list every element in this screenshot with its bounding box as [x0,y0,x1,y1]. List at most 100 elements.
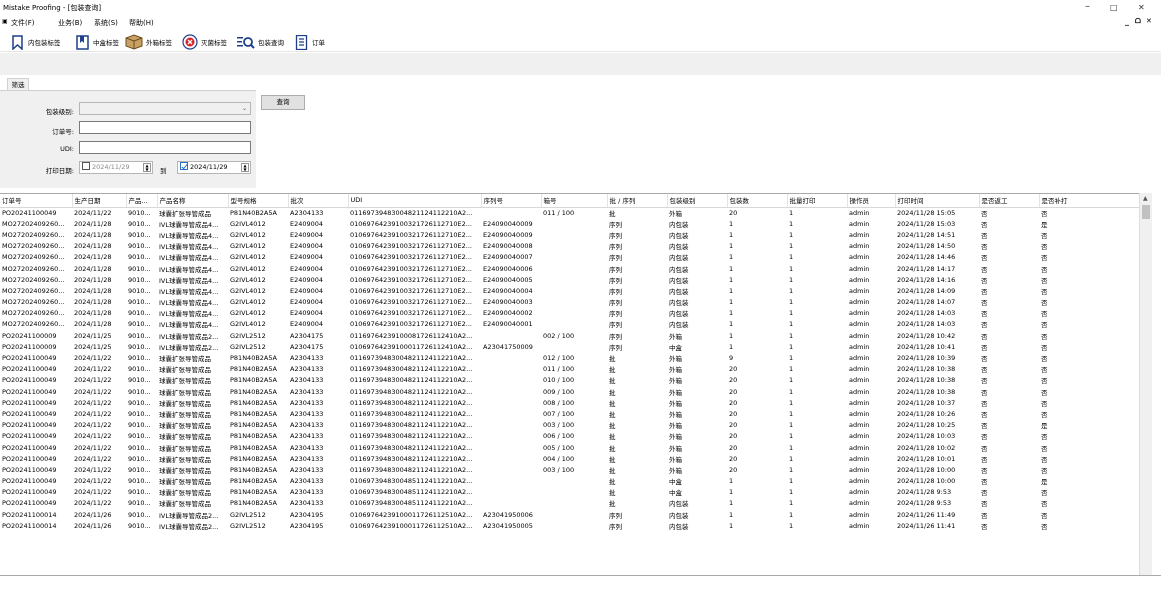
table-row[interactable]: PO20241100049 2024/11/22 9010... 球囊扩张导管成品 P8… [0,397,1139,408]
table-row[interactable]: MO27202409260... 2024/11/28 9010... IVL球囊导管… [0,319,1139,330]
table-cell: 内包装 [669,522,689,531]
table-cell: 9010... [128,454,151,463]
table-cell: 序列 [609,332,622,341]
menu-system[interactable]: 系统(S) [94,18,118,28]
mdi-restore-button[interactable]: ᗝ [1135,17,1141,26]
date-from-picker[interactable]: 2024/11/29 ▲ ▼ [79,161,153,174]
table-row[interactable]: PO20241100014 2024/11/26 9010... IVL球囊导管成品2… [0,520,1139,531]
column-header[interactable]: 批 / 序列 [607,194,668,208]
query-button[interactable]: 查询 [261,95,305,110]
table-row[interactable]: PO20241100049 2024/11/22 9010... 球囊扩张导管成品 P8… [0,453,1139,464]
table-row[interactable]: PO20241100049 2024/11/22 9010... 球囊扩张导管成品 P8… [0,386,1139,397]
column-header[interactable]: 打印时间 [895,194,980,208]
scroll-up-icon[interactable]: ▲ [1143,195,1148,202]
date-to-checkbox[interactable] [180,162,188,170]
middle-box-label-button[interactable]: 中盒标签 [75,33,119,51]
table-cell: 1 [729,264,734,273]
table-row[interactable]: MO27202409260... 2024/11/28 9010... IVL球囊导管… [0,229,1139,240]
table-row[interactable]: PO20241100049 2024/11/22 9010... 球囊扩张导管成品 P8… [0,375,1139,386]
scroll-thumb[interactable] [1142,205,1150,219]
table-row[interactable]: PO20241100049 2024/11/22 9010... 球囊扩张导管成品 P8… [0,364,1139,375]
table-cell: 01069764239100321726112710E2... [350,298,472,307]
table-cell: PO20241100049 [2,387,57,396]
table-row[interactable]: MO27202409260... 2024/11/28 9010... IVL球囊导管… [0,252,1139,263]
column-header[interactable]: 是否返工 [979,194,1040,208]
package-query-button[interactable]: 包装查询 [237,33,284,51]
table-row[interactable]: PO20241100009 2024/11/25 9010... IVL球囊导管成品2… [0,330,1139,341]
column-header[interactable]: 是否补打 [1039,194,1140,208]
table-row[interactable]: PO20241100049 2024/11/22 9010... 球囊扩张导管成品 P8… [0,487,1139,498]
table-row[interactable]: MO27202409260... 2024/11/28 9010... IVL球囊导管… [0,308,1139,319]
column-header[interactable]: 型号规格 [228,194,289,208]
table-cell: 01069764239100321726112710E2... [350,242,472,251]
minimize-button[interactable]: – [1085,1,1090,12]
column-header[interactable]: 操作员 [847,194,896,208]
table-row[interactable]: MO27202409260... 2024/11/28 9010... IVL球囊导管… [0,263,1139,274]
column-header[interactable]: 箱号 [541,194,608,208]
table-row[interactable]: PO20241100014 2024/11/26 9010... IVL球囊导管成品2… [0,509,1139,520]
table-row[interactable]: MO27202409260... 2024/11/28 9010... IVL球囊导管… [0,297,1139,308]
date-to-spinner[interactable]: ▲ ▼ [241,163,249,172]
table-row[interactable]: PO20241100049 2024/11/22 9010... 球囊扩张导管成品 P8… [0,431,1139,442]
order-button[interactable]: 订单 [294,33,325,51]
column-header[interactable]: 产品... [126,194,158,208]
table-row[interactable]: PO20241100049 2024/11/22 9010... 球囊扩张导管成品 P8… [0,498,1139,509]
order-number-input[interactable] [79,121,251,134]
package-level-select[interactable]: ⌄ [79,102,251,115]
date-from-spinner[interactable]: ▲ ▼ [143,163,151,172]
menu-help[interactable]: 帮助(H) [129,18,154,28]
table-row[interactable]: PO20241100049 2024/11/22 9010... 球囊扩张导管成品 P8… [0,408,1139,419]
table-row[interactable]: MO27202409260... 2024/11/28 9010... IVL球囊导管… [0,285,1139,296]
table-cell: 01069739483004851124112210A2... [350,477,473,486]
column-header[interactable]: 生产日期 [72,194,127,208]
table-row[interactable]: PO20241100009 2024/11/25 9010... IVL球囊导管成品2… [0,341,1139,352]
table-cell: 否 [981,355,988,364]
table-cell: E24090040005 [483,275,533,284]
table-cell: 2024/11/28 [74,309,112,318]
table-cell: P81N40B2A5A [230,443,277,452]
table-cell: 1 [729,275,734,284]
table-row[interactable]: PO20241100049 2024/11/22 9010... 球囊扩张导管成品 P8… [0,464,1139,475]
table-row[interactable]: PO20241100049 2024/11/22 9010... 球囊扩张导管成品 P8… [0,476,1139,487]
table-row[interactable]: MO27202409260... 2024/11/28 9010... IVL球囊导管… [0,241,1139,252]
maximize-button[interactable]: □ [1110,3,1118,12]
table-cell: 9010... [128,208,151,217]
column-header[interactable]: 包装数 [727,194,788,208]
mdi-minimize-button[interactable]: _ [1125,17,1129,26]
close-button[interactable]: ✕ [1138,3,1145,12]
vertical-scrollbar[interactable]: ▲ [1139,193,1152,575]
column-header[interactable]: UDI [348,194,482,208]
table-cell: admin [849,376,870,385]
column-header[interactable]: 序列号 [481,194,542,208]
table-cell: 否 [981,209,988,218]
table-row[interactable]: MO27202409260... 2024/11/28 9010... IVL球囊导管… [0,218,1139,229]
table-cell: A2304133 [290,208,324,217]
udi-input[interactable] [79,141,251,154]
table-cell: 是 [1041,220,1048,229]
table-cell: 序列 [609,321,622,330]
date-from-checkbox[interactable] [82,162,90,170]
table-cell: 2024/11/28 [74,230,112,239]
column-header[interactable]: 产品名称 [157,194,229,208]
menu-file[interactable]: 文件(F) [11,18,35,28]
table-cell: 9010... [128,298,151,307]
table-row[interactable]: PO20241100049 2024/11/22 9010... 球囊扩张导管成品 P8… [0,442,1139,453]
date-to-picker[interactable]: 2024/11/29 ▲ ▼ [177,161,251,174]
column-header[interactable]: 包装级别 [667,194,728,208]
column-header[interactable]: 批次 [288,194,349,208]
table-cell: 批 [609,355,616,364]
table-row[interactable]: MO27202409260... 2024/11/28 9010... IVL球囊导管… [0,274,1139,285]
inner-label-button[interactable]: 内包装标签 [10,33,61,51]
table-cell: E2409004 [290,275,324,284]
table-row[interactable]: PO20241100049 2024/11/22 9010... 球囊扩张导管成品 P8… [0,207,1139,218]
table-cell: 20 [729,443,738,452]
sterilize-label-button[interactable]: 灭菌标签 [182,33,227,51]
table-cell: 1 [729,510,734,519]
column-header[interactable]: 批量打印 [787,194,848,208]
table-row[interactable]: PO20241100049 2024/11/22 9010... 球囊扩张导管成品 P8… [0,420,1139,431]
column-header[interactable]: 订单号 [0,194,73,208]
table-row[interactable]: PO20241100049 2024/11/22 9010... 球囊扩张导管成品 P8… [0,352,1139,363]
outer-box-label-button[interactable]: 外箱标签 [125,33,172,51]
mdi-close-button[interactable]: ✕ [1146,17,1152,25]
menu-business[interactable]: 业务(B) [58,18,82,28]
